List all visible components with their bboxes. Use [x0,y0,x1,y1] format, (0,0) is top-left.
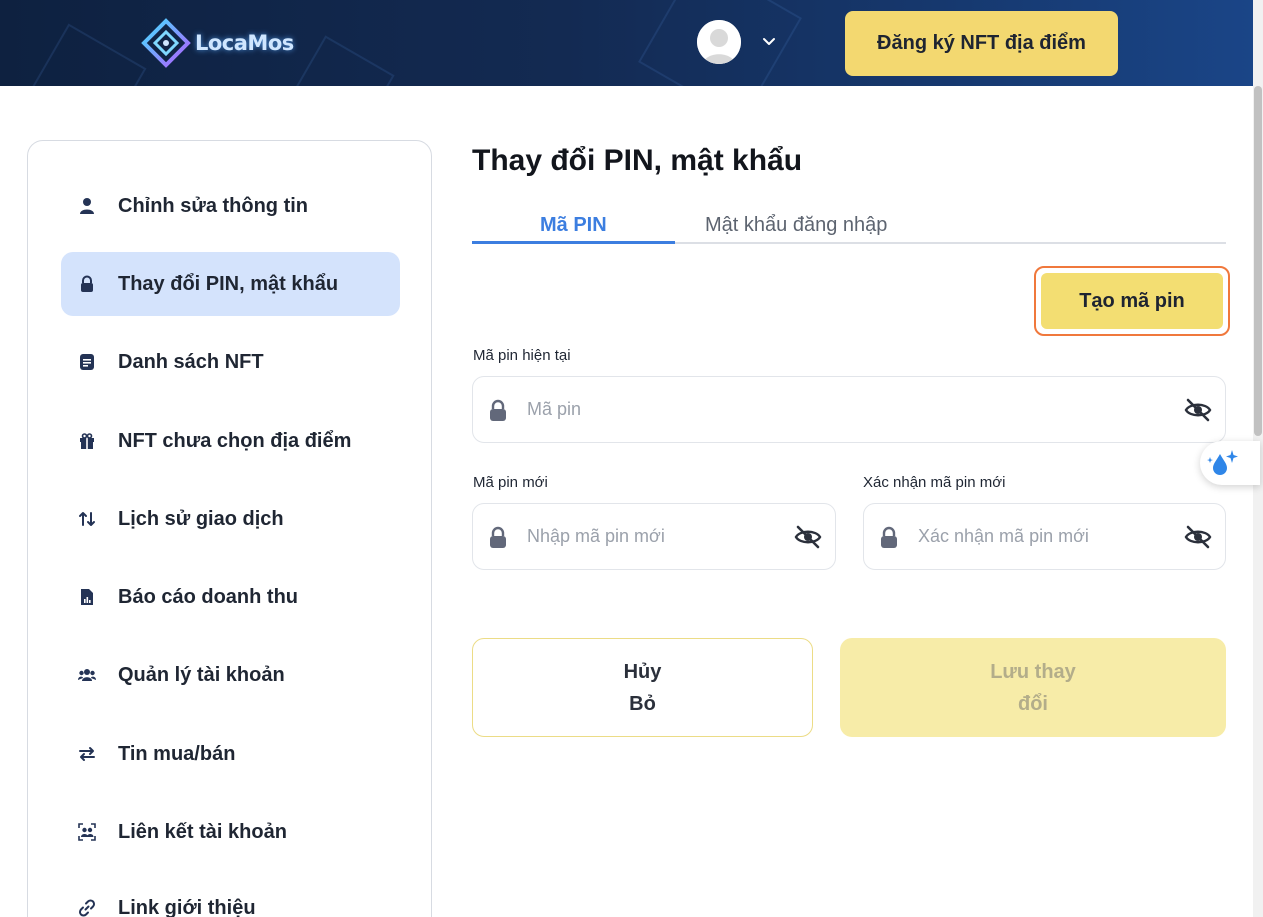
new-pin-input[interactable] [527,526,794,547]
page-title: Thay đổi PIN, mật khẩu [472,144,803,177]
save-button-line2: đổi [1018,692,1048,715]
report-icon [77,587,97,607]
sidebar-item-label: Thay đổi PIN, mật khẩu [118,272,339,295]
sidebar-item-label: NFT chưa chọn địa điểm [118,429,352,452]
link-icon [77,898,97,917]
confirm-pin-input[interactable] [918,526,1184,547]
new-pin-field [472,503,836,570]
logo-text: LocaMos [195,31,294,55]
sidebar-item-label: Danh sách NFT [118,350,264,373]
create-pin-button[interactable]: Tạo mã pin [1041,273,1223,329]
logo-icon [141,18,191,68]
sidebar-item-change-pin[interactable]: Thay đổi PIN, mật khẩu [61,252,400,316]
register-nft-button[interactable]: Đăng ký NFT địa điểm [845,11,1118,76]
sidebar-item-label: Lịch sử giao dịch [118,507,284,530]
sidebar-item-referral-link[interactable]: Link giới thiệu [61,876,400,917]
tab-pin[interactable]: Mã PIN [540,214,607,237]
lock-icon [490,526,506,548]
floating-widget-button[interactable] [1200,441,1260,485]
lock-icon [881,526,897,548]
sidebar: Chỉnh sửa thông tin Thay đổi PIN, mật kh… [27,140,432,917]
tab-login-password[interactable]: Mật khẩu đăng nhập [705,214,887,237]
avatar[interactable] [697,20,741,64]
save-changes-button[interactable]: Lưu thay đổi [840,638,1226,737]
sidebar-item-edit-info[interactable]: Chỉnh sửa thông tin [61,174,400,238]
sidebar-item-label: Báo cáo doanh thu [118,585,298,608]
cancel-button-line2: Bỏ [629,692,656,715]
avatar-placeholder-icon [697,20,741,64]
sidebar-item-revenue-report[interactable]: Báo cáo doanh thu [61,565,400,629]
sidebar-item-label: Tin mua/bán [118,742,236,765]
sidebar-item-label: Chỉnh sửa thông tin [118,194,309,217]
eye-off-icon[interactable] [1184,525,1212,549]
confirm-pin-field [863,503,1226,570]
sidebar-item-label: Quản lý tài khoản [118,663,285,686]
app-logo[interactable]: LocaMos [141,18,294,68]
sidebar-item-label: Liên kết tài khoản [118,820,287,843]
eye-off-icon[interactable] [1184,398,1212,422]
current-pin-field [472,376,1226,443]
save-button-line1: Lưu thay [990,660,1076,683]
sidebar-item-linked-accounts[interactable]: Liên kết tài khoản [61,800,400,864]
create-pin-highlight: Tạo mã pin [1034,266,1230,336]
sidebar-item-buy-sell[interactable]: Tin mua/bán [61,722,400,786]
tab-bar: Mã PIN Mật khẩu đăng nhập [472,210,1226,244]
lock-icon [490,399,506,421]
sidebar-item-nft-list[interactable]: Danh sách NFT [61,330,400,394]
users-icon [77,665,97,685]
lock-icon [77,274,97,294]
swap-vertical-icon [77,509,97,529]
water-drop-sparkle-icon [1207,450,1238,475]
user-icon [77,196,97,216]
eye-off-icon[interactable] [794,525,822,549]
linked-accounts-icon [77,822,97,842]
header-decoration [23,23,147,86]
sidebar-item-transaction-history[interactable]: Lịch sử giao dịch [61,487,400,551]
swap-horizontal-icon [77,744,97,764]
header-decoration [285,35,395,86]
new-pin-label: Mã pin mới [473,474,548,491]
confirm-pin-label: Xác nhận mã pin mới [863,474,1006,491]
gift-icon [77,431,97,451]
cancel-button[interactable]: Hủy Bỏ [472,638,813,737]
sidebar-item-nft-no-location[interactable]: NFT chưa chọn địa điểm [61,409,400,473]
document-icon [77,352,97,372]
current-pin-input[interactable] [527,399,1184,420]
top-header: LocaMos Đăng ký NFT địa điểm [0,0,1253,86]
current-pin-label: Mã pin hiện tại [473,347,571,364]
sidebar-item-account-management[interactable]: Quản lý tài khoản [61,643,400,707]
sidebar-item-label: Link giới thiệu [118,896,256,917]
chevron-down-icon[interactable] [760,33,778,51]
scrollbar-thumb[interactable] [1254,86,1262,436]
cancel-button-line1: Hủy [623,660,662,683]
active-tab-indicator [472,241,675,244]
